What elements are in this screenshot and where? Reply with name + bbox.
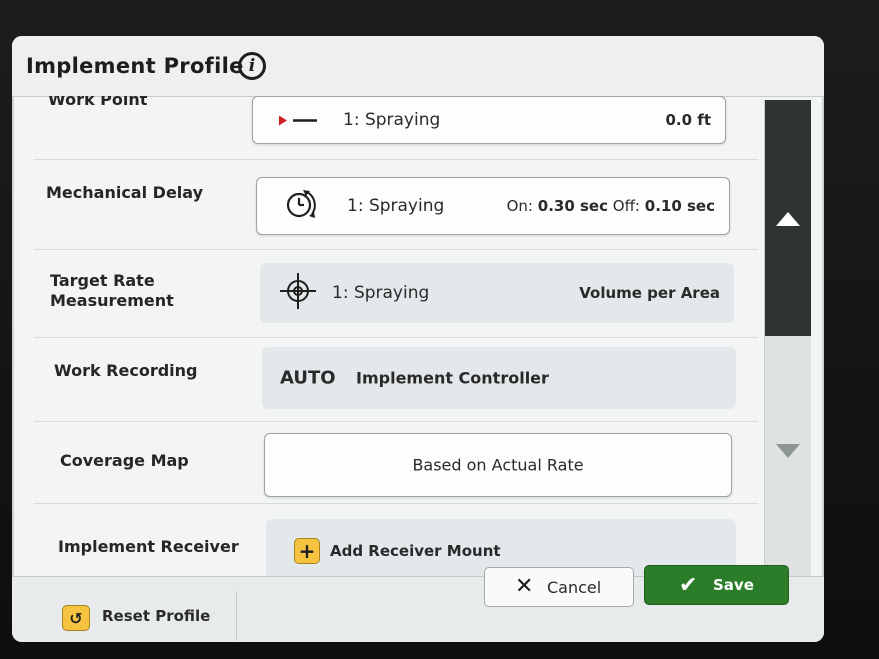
- work-recording-value: Implement Controller: [356, 368, 549, 388]
- row-label-coverage-map: Coverage Map: [60, 451, 189, 470]
- save-button[interactable]: ✔ Save: [644, 565, 789, 605]
- row-work-recording: Work Recording AUTO Implement Controller: [34, 337, 758, 422]
- info-icon[interactable]: i: [238, 52, 266, 80]
- work-recording-mode: AUTO: [280, 367, 336, 389]
- checkmark-icon: ✔: [679, 573, 698, 598]
- reset-profile-label: Reset Profile: [102, 607, 211, 625]
- plus-icon: +: [294, 538, 320, 564]
- work-point-offset: 0.0 ft: [665, 111, 712, 129]
- target-rate-label-line1: Target Rate: [50, 271, 155, 290]
- row-work-point: Work Point 1: Spraying 0.0 ft: [34, 96, 758, 160]
- work-point-value: 1: Spraying: [343, 110, 441, 130]
- reset-icon: ↺: [62, 605, 90, 631]
- target-rate-value: 1: Spraying: [332, 283, 430, 303]
- mechanical-delay-button[interactable]: 1: Spraying On: 0.30 sec Off: 0.10 sec: [256, 177, 730, 235]
- delay-off-label: Off:: [612, 197, 640, 215]
- delay-off-value: 0.10 sec: [644, 197, 715, 215]
- work-point-button[interactable]: 1: Spraying 0.0 ft: [252, 96, 726, 144]
- save-label: Save: [713, 576, 754, 594]
- target-rate-display: 1: Spraying Volume per Area: [260, 263, 734, 323]
- header: Implement Profile i: [12, 36, 824, 97]
- delay-on-label: On:: [506, 197, 533, 215]
- row-target-rate: Target Rate Measurement 1: Spraying Volu…: [34, 249, 758, 338]
- delay-on-value: 0.30 sec: [537, 197, 608, 215]
- add-receiver-mount-label: Add Receiver Mount: [330, 542, 501, 560]
- row-label-mechanical-delay: Mechanical Delay: [46, 183, 204, 202]
- row-label-target-rate: Target Rate Measurement: [50, 271, 174, 311]
- mechanical-delay-value: 1: Spraying: [347, 196, 445, 216]
- screen: Implement Profile i Work Point 1: Sprayi…: [12, 36, 824, 642]
- coverage-map-button[interactable]: Based on Actual Rate: [264, 433, 732, 497]
- reset-profile-button[interactable]: ↺ Reset Profile: [46, 591, 237, 641]
- close-icon: ✕: [515, 574, 534, 599]
- row-label-work-recording: Work Recording: [54, 361, 198, 380]
- timer-icon: [285, 188, 319, 224]
- target-rate-label-line2: Measurement: [50, 291, 174, 310]
- crosshair-icon: [278, 271, 318, 315]
- settings-list: Work Point 1: Spraying 0.0 ft Mechanical…: [34, 96, 758, 596]
- row-mechanical-delay: Mechanical Delay 1: Spraying On: 0.30 se…: [34, 159, 758, 250]
- coverage-map-value: Based on Actual Rate: [412, 455, 584, 475]
- work-recording-display: AUTO Implement Controller: [262, 347, 736, 409]
- target-rate-measurement: Volume per Area: [579, 284, 720, 302]
- cancel-button[interactable]: ✕ Cancel: [484, 567, 634, 607]
- footer: ↺ Reset Profile ✕ Cancel ✔ Save: [12, 565, 824, 642]
- scroll-up-icon[interactable]: [776, 212, 800, 226]
- row-label-work-point: Work Point: [48, 96, 148, 109]
- work-point-icon: [279, 111, 317, 130]
- page-title: Implement Profile: [26, 54, 244, 78]
- row-coverage-map: Coverage Map Based on Actual Rate: [34, 421, 758, 504]
- mechanical-delay-times: On: 0.30 sec Off: 0.10 sec: [507, 197, 715, 215]
- scrollbar[interactable]: [764, 100, 811, 586]
- row-label-implement-receiver: Implement Receiver: [58, 537, 239, 556]
- cancel-label: Cancel: [547, 578, 602, 597]
- scroll-down-icon[interactable]: [776, 444, 800, 458]
